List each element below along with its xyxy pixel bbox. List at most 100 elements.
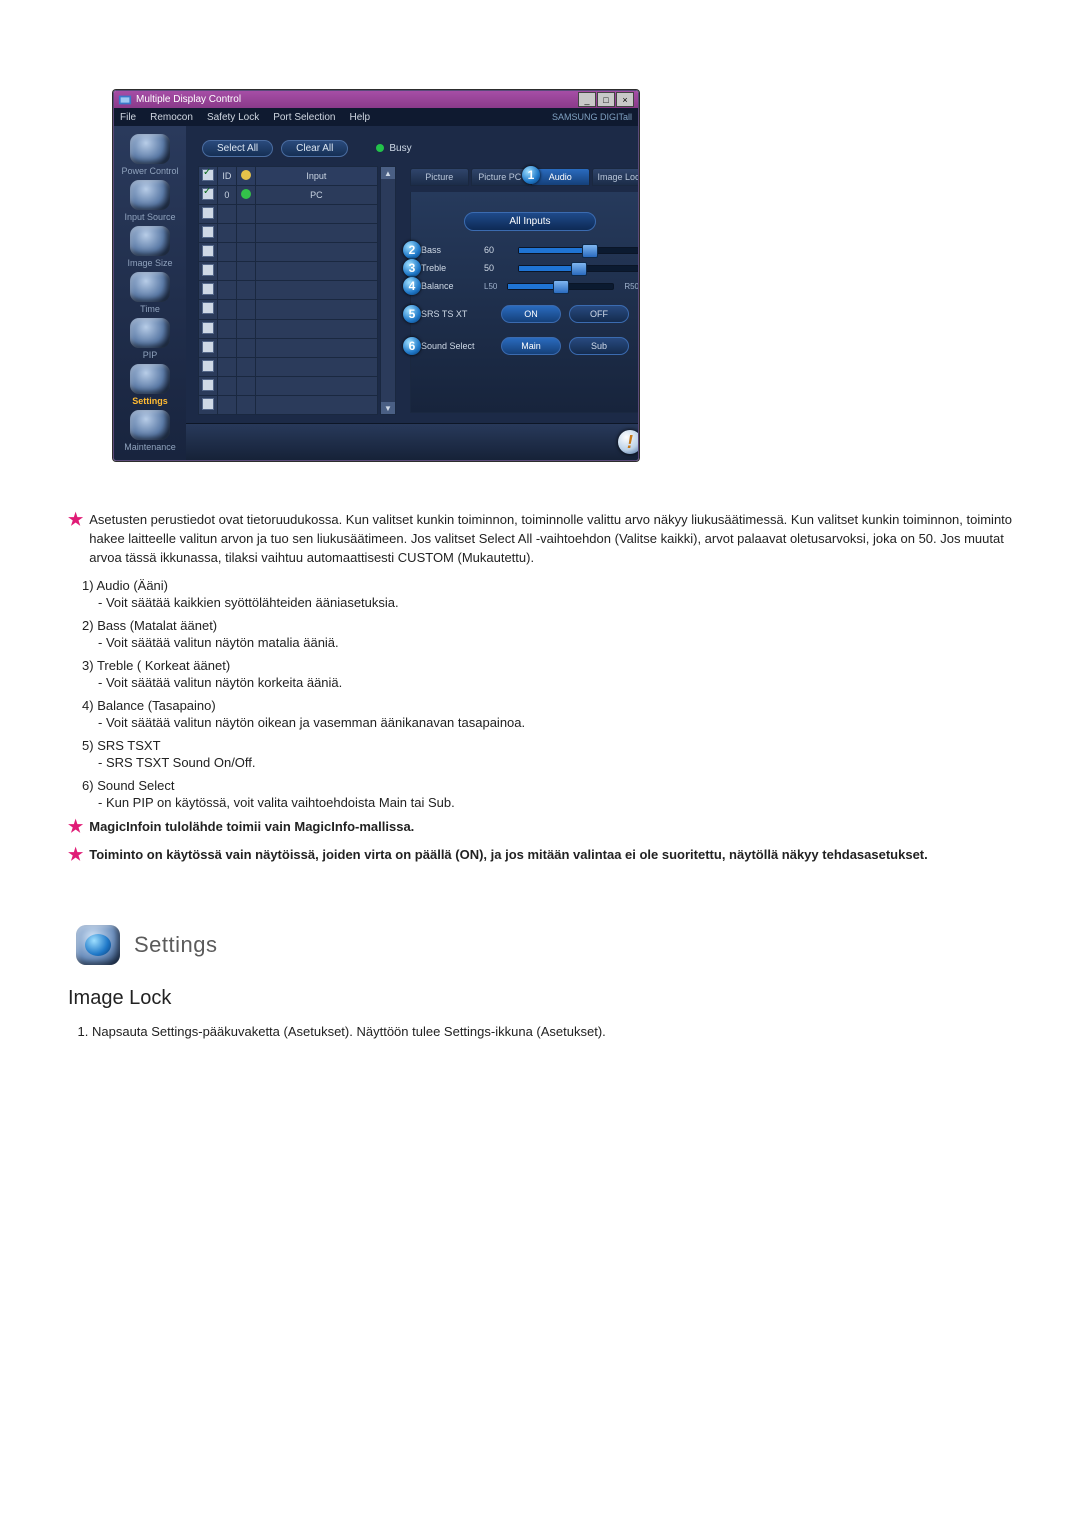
image-size-icon	[130, 226, 170, 256]
balance-label: Balance	[421, 281, 476, 291]
close-button[interactable]: ×	[616, 92, 634, 107]
scroll-down-icon[interactable]: ▼	[381, 402, 395, 414]
table-row[interactable]	[199, 224, 378, 243]
list-item: Napsauta Settings-pääkuvaketta (Asetukse…	[92, 1024, 1012, 1039]
sound-select-main-button[interactable]: Main	[501, 337, 561, 355]
grid-scrollbar[interactable]: ▲ ▼	[380, 166, 396, 415]
sidebar-item-settings[interactable]: Settings	[114, 364, 186, 406]
menu-help[interactable]: Help	[349, 112, 370, 123]
callout-1: 1	[522, 166, 540, 184]
status-header-icon	[241, 170, 251, 180]
row-checkbox[interactable]	[202, 341, 214, 353]
callout-5: 5	[403, 305, 421, 323]
titlebar[interactable]: Multiple Display Control _ □ ×	[114, 91, 638, 108]
menu-port-selection[interactable]: Port Selection	[273, 112, 335, 123]
table-row[interactable]	[199, 376, 378, 395]
table-row[interactable]	[199, 319, 378, 338]
star-icon: ★	[68, 511, 83, 568]
row-checkbox[interactable]	[202, 188, 214, 200]
col-input: Input	[255, 167, 377, 186]
menu-remocon[interactable]: Remocon	[150, 112, 193, 123]
balance-slider[interactable]	[507, 283, 614, 290]
intro-note: ★ Asetusten perustiedot ovat tietoruuduk…	[68, 511, 1012, 568]
row-checkbox[interactable]	[202, 360, 214, 372]
display-grid[interactable]: ID Input 0 PC	[198, 166, 378, 415]
input-source-icon	[130, 180, 170, 210]
tab-picture-pc[interactable]: Picture PC	[471, 168, 530, 186]
scroll-up-icon[interactable]: ▲	[381, 167, 395, 179]
row-checkbox[interactable]	[202, 302, 214, 314]
pip-icon	[130, 318, 170, 348]
row-checkbox[interactable]	[202, 207, 214, 219]
table-row[interactable]	[199, 338, 378, 357]
row-checkbox[interactable]	[202, 398, 214, 410]
srs-off-button[interactable]: OFF	[569, 305, 629, 323]
app-window: Multiple Display Control _ □ × File Remo…	[113, 90, 639, 461]
maintenance-icon	[130, 410, 170, 440]
star-icon: ★	[68, 846, 83, 865]
menu-safety-lock[interactable]: Safety Lock	[207, 112, 259, 123]
note-power: ★ Toiminto on käytössä vain näytöissä, j…	[68, 846, 1012, 865]
tab-image-lock[interactable]: Image Lock	[592, 168, 640, 186]
row-checkbox[interactable]	[202, 283, 214, 295]
time-icon	[130, 272, 170, 302]
row-checkbox[interactable]	[202, 226, 214, 238]
row-checkbox[interactable]	[202, 322, 214, 334]
balance-right: R50	[624, 282, 639, 291]
table-row[interactable]	[199, 205, 378, 224]
busy-dot-icon	[376, 144, 384, 152]
all-inputs-button[interactable]: All Inputs	[464, 212, 596, 231]
brand-label: SAMSUNG DIGITall	[552, 112, 632, 122]
minimize-button[interactable]: _	[578, 92, 596, 107]
sound-select-label: Sound Select	[421, 341, 493, 351]
info-icon[interactable]: !	[618, 430, 639, 454]
select-all-button[interactable]: Select All	[202, 140, 273, 157]
star-icon: ★	[68, 818, 83, 837]
table-row[interactable]	[199, 281, 378, 300]
clear-all-button[interactable]: Clear All	[281, 140, 348, 157]
busy-indicator: Busy	[376, 143, 411, 154]
steps-list: Napsauta Settings-pääkuvaketta (Asetukse…	[92, 1024, 1012, 1039]
table-row[interactable]: 0 PC	[199, 186, 378, 205]
callout-6: 6	[403, 337, 421, 355]
maximize-button[interactable]: □	[597, 92, 615, 107]
section-title: Settings	[134, 932, 218, 958]
sidebar: Power Control Input Source Image Size Ti…	[114, 126, 186, 460]
row-checkbox[interactable]	[202, 245, 214, 257]
bass-slider[interactable]	[518, 247, 639, 254]
subsection-title: Image Lock	[68, 987, 1012, 1010]
header-checkbox[interactable]	[202, 169, 214, 181]
tab-picture[interactable]: Picture	[410, 168, 469, 186]
power-icon	[130, 134, 170, 164]
sidebar-item-time[interactable]: Time	[114, 272, 186, 314]
sound-select-sub-button[interactable]: Sub	[569, 337, 629, 355]
sidebar-item-power-control[interactable]: Power Control	[114, 134, 186, 176]
balance-left: L50	[484, 282, 497, 291]
callout-2: 2	[403, 241, 421, 259]
app-icon	[118, 93, 132, 107]
sidebar-item-maintenance[interactable]: Maintenance	[114, 410, 186, 452]
menubar: File Remocon Safety Lock Port Selection …	[114, 108, 638, 126]
table-row[interactable]	[199, 243, 378, 262]
status-bar: !	[186, 423, 639, 460]
settings-panel: Picture Picture PC Audio Image Lock 1 Al…	[404, 162, 639, 423]
sidebar-item-image-size[interactable]: Image Size	[114, 226, 186, 268]
srs-label: SRS TS XT	[421, 309, 493, 319]
bass-value: 60	[484, 245, 510, 255]
table-row[interactable]	[199, 262, 378, 281]
section-heading: Settings	[76, 925, 1012, 965]
treble-slider[interactable]	[518, 265, 639, 272]
col-id: ID	[217, 167, 236, 186]
feature-list: 1) Audio (Ääni) - Voit säätää kaikkien s…	[82, 578, 1012, 810]
menu-file[interactable]: File	[120, 112, 136, 123]
table-row[interactable]	[199, 357, 378, 376]
srs-on-button[interactable]: ON	[501, 305, 561, 323]
treble-value: 50	[484, 263, 510, 273]
row-checkbox[interactable]	[202, 264, 214, 276]
row-checkbox[interactable]	[202, 379, 214, 391]
window-title: Multiple Display Control	[136, 94, 578, 105]
sidebar-item-pip[interactable]: PIP	[114, 318, 186, 360]
sidebar-item-input-source[interactable]: Input Source	[114, 180, 186, 222]
table-row[interactable]	[199, 300, 378, 319]
table-row[interactable]	[199, 395, 378, 414]
